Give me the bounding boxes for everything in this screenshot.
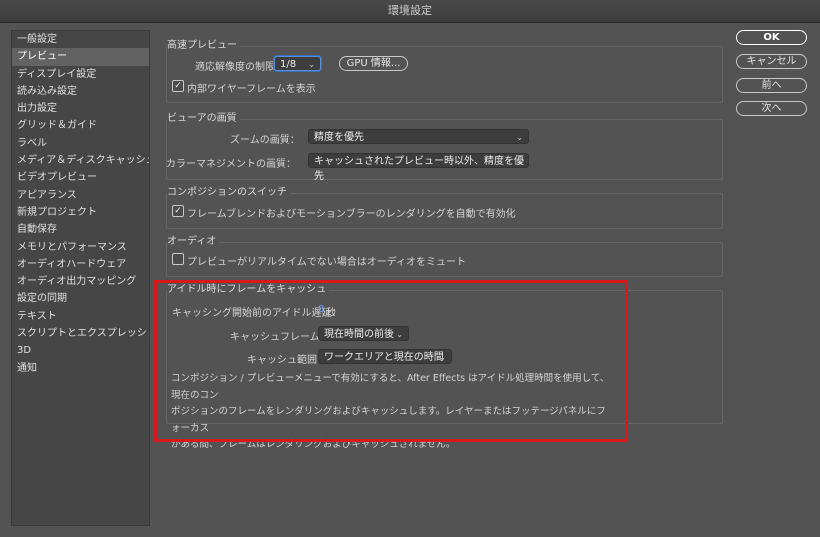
chevron-down-icon: ⌄: [516, 157, 523, 166]
sidebar-item[interactable]: テキスト: [12, 308, 149, 325]
idle-delay-value[interactable]: 8: [318, 304, 324, 315]
cache-frames-value: 現在時間の前後: [324, 329, 394, 340]
color-management-label: カラーマネジメントの画質：: [166, 159, 296, 170]
zoom-quality-dropdown[interactable]: 精度を優先 ⌄: [308, 129, 529, 144]
sidebar-item[interactable]: 自動保存: [12, 221, 149, 238]
sidebar-item[interactable]: 読み込み設定: [12, 83, 149, 100]
resolution-dropdown[interactable]: 1/8 ⌄: [274, 56, 321, 71]
group-title: コンポジションのスイッチ: [167, 187, 290, 199]
cache-range-label: キャッシュ範囲：: [247, 355, 327, 366]
frame-blend-checkbox[interactable]: ✓: [172, 205, 184, 217]
sidebar-item[interactable]: アピアランス: [12, 187, 149, 204]
chevron-down-icon: ⌄: [439, 353, 446, 362]
sidebar-item[interactable]: メディア＆ディスクキャッシュ: [12, 152, 149, 169]
group-title: アイドル時にフレームをキャッシュ: [167, 284, 330, 296]
zoom-quality-label: ズームの画質：: [230, 135, 300, 146]
cancel-button[interactable]: キャンセル: [736, 54, 807, 69]
group-title: 高速プレビュー: [167, 40, 240, 52]
sidebar-item[interactable]: 3D: [12, 342, 149, 359]
sidebar-item[interactable]: 設定の同期: [12, 290, 149, 307]
ok-button[interactable]: OK: [736, 30, 807, 45]
window-titlebar: 環境設定: [0, 0, 820, 23]
idle-cache-description: コンポジション / プレビューメニューで有効にすると、After Effects…: [171, 371, 611, 454]
sidebar-item[interactable]: プレビュー: [12, 48, 149, 66]
description-line: ポジションのフレームをレンダリングおよびキャッシュします。レイヤーまたはフッテー…: [171, 406, 606, 434]
chevron-down-icon: ⌄: [396, 330, 403, 339]
audio-mute-label: プレビューがリアルタイムでない場合はオーディオをミュート: [187, 257, 466, 268]
cache-range-dropdown[interactable]: ワークエリアと現在の時間 ⌄: [318, 349, 452, 364]
description-line: コンポジション / プレビューメニューで有効にすると、After Effects…: [171, 373, 610, 401]
sidebar-item[interactable]: グリッド＆ガイド: [12, 117, 149, 134]
sidebar-item[interactable]: 新規プロジェクト: [12, 204, 149, 221]
wireframe-checkbox[interactable]: ✓: [172, 80, 184, 92]
sidebar-item[interactable]: 出力設定: [12, 100, 149, 117]
group-title: オーディオ: [167, 236, 220, 248]
audio-mute-checkbox[interactable]: [172, 253, 184, 265]
zoom-quality-value: 精度を優先: [314, 132, 364, 143]
cache-frames-label: キャッシュフレーム：: [230, 332, 330, 343]
next-button[interactable]: 次へ: [736, 101, 807, 116]
sidebar-item[interactable]: オーディオハードウェア: [12, 256, 149, 273]
idle-delay-unit: 秒: [326, 308, 336, 319]
sidebar-item[interactable]: ディスプレイ設定: [12, 66, 149, 83]
sidebar-item[interactable]: メモリとパフォーマンス: [12, 239, 149, 256]
chevron-down-icon: ⌄: [308, 60, 315, 69]
sidebar-item[interactable]: スクリプトとエクスプレッション: [12, 325, 149, 342]
color-management-dropdown[interactable]: キャッシュされたプレビュー時以外、精度を優先 ⌄: [308, 153, 529, 182]
sidebar-item[interactable]: ビデオプレビュー: [12, 169, 149, 186]
idle-delay-label: キャッシング開始前のアイドル遅延：: [172, 308, 342, 319]
wireframe-label: 内部ワイヤーフレームを表示: [187, 84, 316, 95]
preferences-sidebar[interactable]: 一般設定 プレビュー ディスプレイ設定 読み込み設定 出力設定 グリッド＆ガイド ラベル メデ…: [11, 30, 150, 526]
chevron-down-icon: ⌄: [516, 133, 523, 142]
frame-blend-label: フレームブレンドおよびモーションブラーのレンダリングを自動で有効化: [187, 209, 516, 220]
previous-button[interactable]: 前へ: [736, 78, 807, 93]
window-title: 環境設定: [388, 4, 432, 17]
group-title: ビューアの画質: [167, 113, 240, 125]
description-line: がある間、フレームはレンダリングおよびキャッシュされません。: [171, 439, 456, 450]
cache-range-value: ワークエリアと現在の時間: [324, 352, 444, 363]
resolution-label: 適応解像度の制限：: [195, 62, 285, 73]
sidebar-item[interactable]: 一般設定: [12, 31, 149, 48]
sidebar-item[interactable]: 通知: [12, 360, 149, 377]
sidebar-item[interactable]: ラベル: [12, 135, 149, 152]
sidebar-item[interactable]: オーディオ出力マッピング: [12, 273, 149, 290]
cache-frames-dropdown[interactable]: 現在時間の前後 ⌄: [318, 326, 409, 341]
resolution-value: 1/8: [280, 59, 297, 70]
gpu-info-button[interactable]: GPU 情報...: [339, 56, 408, 71]
